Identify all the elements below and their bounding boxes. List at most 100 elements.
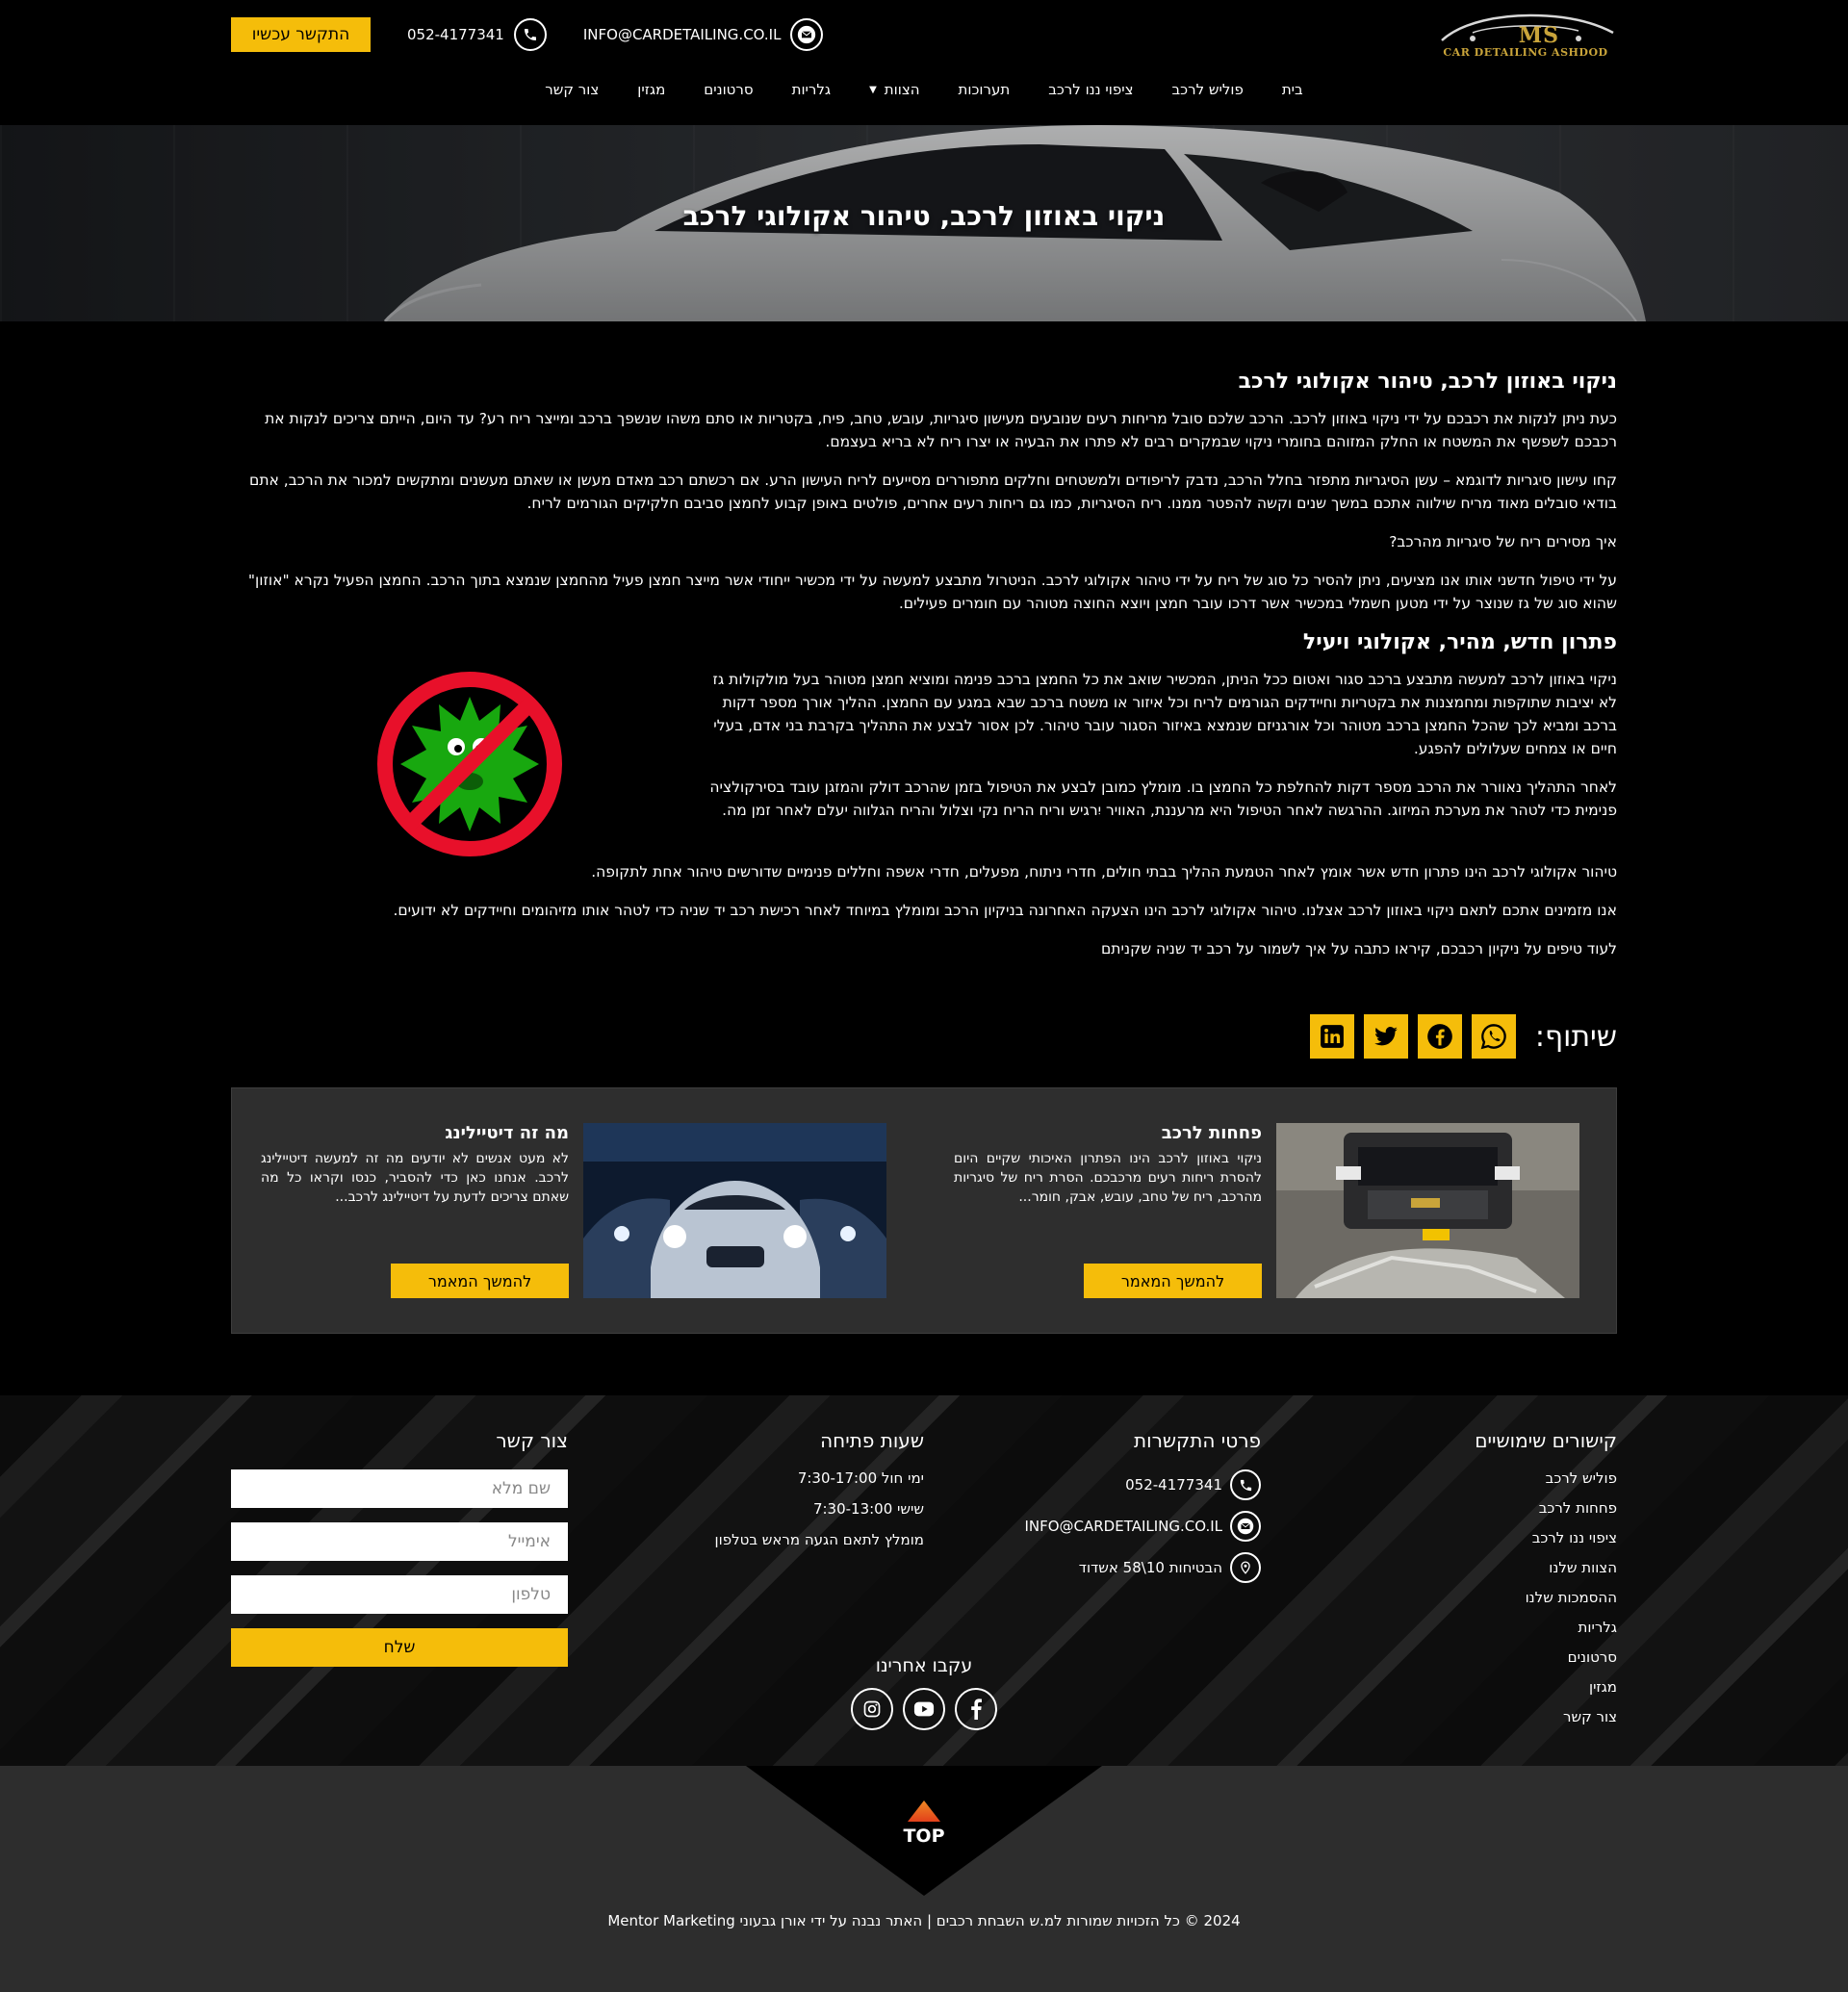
instagram-icon	[863, 1700, 881, 1718]
twitter-icon	[1373, 1027, 1398, 1046]
caret-down-icon: ▼	[869, 84, 877, 95]
header-phone[interactable]: 052-4177341	[407, 18, 547, 51]
main-nav: בית פוליש לרכב ציפוי ננו לרכב תערוכות הצ…	[0, 81, 1848, 98]
article-two-column: ניקוי באוזון לרכב למעשה מתבצע ברכב סגור …	[231, 668, 1617, 860]
footer-link[interactable]: הצוות שלנו	[1328, 1559, 1617, 1576]
nav-polish[interactable]: פוליש לרכב	[1172, 81, 1244, 98]
footer-phone-text: 052-4177341	[1125, 1476, 1222, 1494]
footer-contact-column: פרטי התקשרות 052-4177341 INFO@CARDETAILI…	[972, 1429, 1261, 1594]
article-paragraph: אנו מזמינים אתכם לתאם ניקוי באוזון לרכב …	[393, 902, 1617, 919]
article-paragraph: איך מסירים ריח של סיגריות מהרכב?	[1389, 533, 1617, 550]
no-germs-image	[231, 668, 707, 860]
read-more-button[interactable]: להמשך המאמר	[391, 1264, 569, 1298]
related-card-excerpt: ניקוי באוזון לרכב הינו הפתרון האיכותי שק…	[954, 1151, 1262, 1205]
share-twitter-button[interactable]	[1363, 1014, 1408, 1059]
footer-address: הבטיחות 10\58 אשדוד	[972, 1552, 1261, 1583]
footer-link[interactable]: גלריות	[1328, 1619, 1617, 1636]
share-linkedin-button[interactable]	[1309, 1014, 1354, 1059]
footer-link[interactable]: פוליש לרכב	[1328, 1469, 1617, 1487]
footer-link[interactable]: ציפוי ננו לרכב	[1328, 1529, 1617, 1546]
footer-email[interactable]: INFO@CARDETAILING.CO.IL	[972, 1511, 1261, 1542]
article: ניקוי באוזון לרכב, טיהור אקולוגי לרכב כע…	[231, 321, 1617, 1334]
related-card-body: פחחות לרכב ניקוי באוזון לרכב הינו הפתרון…	[954, 1123, 1262, 1207]
nav-home[interactable]: בית	[1282, 81, 1303, 98]
nav-exhibitions[interactable]: תערוכות	[959, 81, 1011, 98]
youtube-button[interactable]	[903, 1688, 945, 1730]
instagram-button[interactable]	[851, 1688, 893, 1730]
related-image-bodywork[interactable]	[1276, 1123, 1579, 1298]
youtube-icon	[913, 1701, 935, 1717]
related-card[interactable]: פחחות לרכב ניקוי באוזון לרכב הינו הפתרון…	[915, 1123, 1579, 1298]
read-more-button[interactable]: להמשך המאמר	[1084, 1264, 1262, 1298]
header-email[interactable]: INFO@CARDETAILING.CO.IL	[583, 18, 824, 51]
whatsapp-icon	[1480, 1024, 1506, 1050]
article-paragraph: קחו עישון סיגריות לדוגמא – עשן הסיגריות …	[249, 472, 1617, 512]
footer-email-text: INFO@CARDETAILING.CO.IL	[1024, 1518, 1222, 1535]
nav-galleries[interactable]: גלריות	[792, 81, 831, 98]
article-paragraph: כעת ניתן לנקות את רכבכם על ידי ניקוי באו…	[265, 410, 1617, 450]
phone-icon	[513, 18, 547, 51]
nav-contact[interactable]: צור קשר	[545, 81, 599, 98]
nav-nano-coating[interactable]: ציפוי ננו לרכב	[1048, 81, 1133, 98]
related-card-body: מה זה דיטיילינג לא מעט אנשים לא יודעים מ…	[261, 1123, 569, 1207]
related-image-detailing[interactable]	[583, 1123, 886, 1298]
footer-link[interactable]: פחחות לרכב	[1328, 1499, 1617, 1517]
facebook-icon	[971, 1698, 982, 1720]
footer-contact-title: פרטי התקשרות	[1133, 1429, 1261, 1452]
related-card-title[interactable]: פחחות לרכב	[954, 1123, 1262, 1143]
related-posts: פחחות לרכב ניקוי באוזון לרכב הינו הפתרון…	[231, 1087, 1617, 1334]
call-now-button[interactable]: התקשר עכשיו	[231, 17, 371, 52]
facebook-icon	[1427, 1024, 1452, 1049]
footer-link[interactable]: ההסמכות שלנו	[1328, 1589, 1617, 1606]
footer-hours-title: שעות פתיחה	[820, 1429, 924, 1452]
hours-row: ימי חול 7:30-17:00	[797, 1469, 924, 1487]
logo-subtitle: CAR DETAILING ASHDOD	[1443, 46, 1608, 59]
footer-phone[interactable]: 052-4177341	[972, 1469, 1261, 1500]
share-bar: שיתוף:	[231, 1014, 1617, 1059]
linkedin-icon	[1320, 1025, 1344, 1048]
facebook-button[interactable]	[955, 1688, 997, 1730]
email-input[interactable]: אימייל	[231, 1522, 568, 1561]
phone-icon	[1230, 1469, 1261, 1500]
footer-address-text: הבטיחות 10\58 אשדוד	[1078, 1559, 1222, 1576]
hero-title: ניקוי באוזון לרכב, טיהור אקולוגי לרכב	[682, 200, 1166, 232]
nav-team[interactable]: הצוות ▼	[869, 81, 919, 98]
article-paragraph: לעוד טיפים על ניקיון רכבכם, קיראו כתבה ע…	[1100, 940, 1617, 958]
header-email-text: INFO@CARDETAILING.CO.IL	[582, 26, 782, 43]
article-paragraph: ניקוי באוזון לרכב למעשה מתבצע ברכב סגור …	[712, 671, 1618, 757]
site-logo[interactable]: MS CAR DETAILING ASHDOD	[1434, 12, 1617, 60]
share-facebook-button[interactable]	[1417, 1014, 1462, 1059]
footer-form-column: צור קשר שם מלא אימייל טלפון שלח	[231, 1429, 568, 1667]
top-contacts: התקשר עכשיו 052-4177341 INFO@CARDETAILIN…	[231, 17, 824, 52]
article-paragraph: לאחר התהליך נאוורר את הרכב מספר דקות להח…	[709, 779, 1617, 819]
related-card[interactable]: מה זה דיטיילינג לא מעט אנשים לא יודעים מ…	[222, 1123, 886, 1298]
map-pin-icon	[1230, 1552, 1261, 1583]
share-label: שיתוף:	[1534, 1019, 1617, 1054]
hours-row: שישי 7:30-13:00	[812, 1500, 924, 1518]
envelope-icon	[790, 18, 824, 51]
name-input[interactable]: שם מלא	[231, 1469, 568, 1508]
no-bacteria-icon	[376, 672, 562, 856]
nav-videos[interactable]: סרטונים	[704, 81, 753, 98]
related-card-excerpt: לא מעט אנשים לא יודעים מה זה למעשה דיטיי…	[261, 1151, 569, 1205]
article-heading: ניקוי באוזון לרכב, טיהור אקולוגי לרכב	[1238, 370, 1617, 394]
footer-hours-column: שעות פתיחה ימי חול 7:30-17:00 שישי 7:30-…	[635, 1429, 924, 1562]
follow-us: עקבו אחרינו	[0, 1655, 1848, 1730]
footer-links-title: קישורים שימושיים	[1475, 1429, 1617, 1452]
top-label: TOP	[903, 1826, 945, 1847]
social-links	[0, 1688, 1848, 1730]
hours-row: מומלץ לתאם הגעה מראש בטלפון	[714, 1531, 924, 1548]
header-phone-text: 052-4177341	[407, 26, 504, 43]
article-column-text: ניקוי באוזון לרכב למעשה מתבצע ברכב סגור …	[707, 668, 1617, 860]
nav-magazine[interactable]: מגזין	[637, 81, 665, 98]
back-to-top-button[interactable]: TOP	[903, 1800, 945, 1847]
related-card-title[interactable]: מה זה דיטיילינג	[261, 1123, 569, 1143]
hero-banner: ניקוי באוזון לרכב, טיהור אקולוגי לרכב	[0, 125, 1848, 321]
article-subheading: פתרון חדש, מהיר, אקולוגי ויעיל	[1302, 630, 1617, 654]
share-whatsapp-button[interactable]	[1471, 1014, 1516, 1059]
bottom-bar: TOP 2024 © כל הזכויות שמורות למ.ש השבחת …	[0, 1766, 1848, 1992]
phone-input[interactable]: טלפון	[231, 1575, 568, 1614]
site-header: MS CAR DETAILING ASHDOD התקשר עכשיו 052-…	[0, 0, 1848, 125]
site-footer: קישורים שימושיים פוליש לרכב פחחות לרכב צ…	[0, 1395, 1848, 1766]
footer-hours: ימי חול 7:30-17:00 שישי 7:30-13:00 מומלץ…	[635, 1469, 924, 1548]
